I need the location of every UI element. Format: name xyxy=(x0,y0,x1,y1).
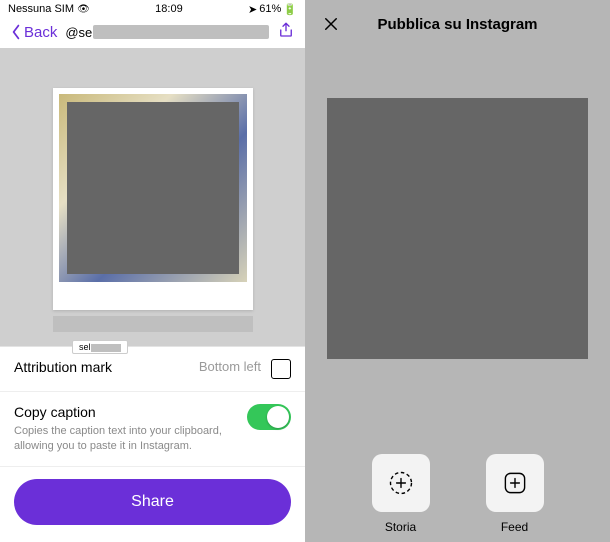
copy-caption-desc: Copies the caption text into your clipbo… xyxy=(14,424,224,454)
copy-caption-row[interactable]: Copy caption Copies the caption text int… xyxy=(0,392,305,467)
share-button-label: Share xyxy=(131,493,174,510)
redaction-mask xyxy=(53,316,253,332)
back-button[interactable]: Back xyxy=(10,24,57,41)
username-title: @se xyxy=(65,25,269,40)
copy-caption-toggle[interactable] xyxy=(247,404,291,430)
battery-icon: 🔋 xyxy=(283,3,297,16)
photo-placeholder xyxy=(67,102,239,274)
publish-actions: Storia Feed xyxy=(305,454,610,534)
attribution-mark-row[interactable]: Attribution mark Bottom left xyxy=(0,347,305,392)
navbar: Back @se xyxy=(0,16,305,48)
publish-feed-button[interactable]: Feed xyxy=(471,454,559,534)
share-icon xyxy=(277,20,295,40)
publish-header: Pubblica su Instagram xyxy=(305,0,610,48)
status-bar: Nessuna SIM 👁 18:09 ➤ 61% 🔋 xyxy=(0,0,305,16)
photo-frame[interactable] xyxy=(53,88,253,310)
back-label: Back xyxy=(24,24,57,41)
attribution-value: Bottom left xyxy=(199,359,261,374)
publish-story-label: Storia xyxy=(385,520,416,534)
attribution-title: Attribution mark xyxy=(14,359,189,375)
copy-caption-title: Copy caption xyxy=(14,404,237,420)
settings-panel: Attribution mark Bottom left Copy captio… xyxy=(0,346,305,537)
share-icon-button[interactable] xyxy=(277,20,295,45)
publish-preview xyxy=(327,98,588,359)
publish-story-button[interactable]: Storia xyxy=(357,454,445,534)
publish-feed-label: Feed xyxy=(501,520,528,534)
redaction-mask xyxy=(91,344,121,352)
status-time: 18:09 xyxy=(155,3,183,15)
attribution-tag-prefix: sel xyxy=(79,342,91,352)
photo-border xyxy=(59,94,247,282)
publish-title: Pubblica su Instagram xyxy=(317,16,598,33)
attribution-checkbox[interactable] xyxy=(271,359,291,379)
share-button[interactable]: Share xyxy=(14,479,291,525)
chevron-left-icon xyxy=(10,24,22,40)
post-preview-area: sel xyxy=(0,48,305,346)
attribution-tag: sel xyxy=(72,340,128,354)
story-icon xyxy=(387,469,415,497)
privacy-eye-icon: 👁 xyxy=(77,4,90,15)
feed-icon xyxy=(501,469,529,497)
carrier-label: Nessuna SIM xyxy=(8,3,74,15)
location-icon: ➤ xyxy=(248,3,257,16)
battery-pct: 61% xyxy=(259,3,281,15)
redaction-mask xyxy=(93,25,269,39)
username-prefix: @se xyxy=(65,25,92,40)
